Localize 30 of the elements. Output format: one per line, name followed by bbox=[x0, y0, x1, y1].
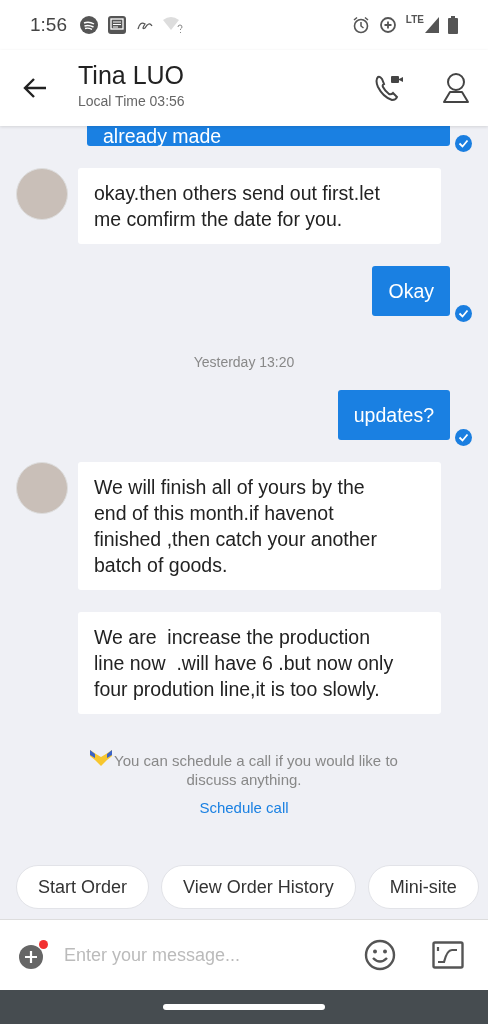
profile-button[interactable] bbox=[442, 72, 470, 104]
signal-icon bbox=[425, 17, 439, 33]
music-app-icon bbox=[80, 16, 98, 34]
emoji-button[interactable] bbox=[364, 939, 396, 971]
received-message-bubble: We will finish all of yours by the end of this month.if havenot finished ,then catch your another batch of goods. bbox=[78, 462, 441, 590]
handshake-icon bbox=[90, 750, 113, 768]
alarm-icon bbox=[351, 16, 370, 34]
network-type: LTE bbox=[405, 14, 424, 25]
message-icon bbox=[107, 15, 127, 35]
sent-message-bubble: Okay bbox=[372, 266, 450, 316]
wifi-icon bbox=[163, 17, 183, 33]
notice-text: You can schedule a call if you would like to discuss anything. bbox=[114, 752, 398, 788]
quick-action-chip[interactable]: View Order History bbox=[161, 865, 356, 909]
schedule-call-link[interactable]: Schedule call bbox=[199, 799, 289, 816]
sent-message-bubble: already made bbox=[87, 126, 450, 146]
quick-action-chip[interactable]: Mini-site bbox=[367, 865, 479, 909]
back-button[interactable] bbox=[22, 77, 48, 99]
battery-icon bbox=[448, 16, 458, 34]
received-message-bubble: We are increase the production line now .will have 6 .but now only four prodution line,it is too slowly. bbox=[78, 612, 441, 714]
sent-message-bubble: updates? bbox=[337, 390, 450, 440]
video-call-button[interactable] bbox=[374, 73, 406, 103]
received-message-bubble: okay.then others send out first.let me comfirm the date for you. bbox=[78, 168, 441, 244]
timestamp: Yesterday 13:20 bbox=[193, 354, 295, 370]
quick-action-chip[interactable]: Start Order bbox=[16, 865, 150, 909]
contact-name: Tina LUO bbox=[78, 61, 186, 90]
local-time: Local Time 03:56 bbox=[78, 93, 186, 109]
data-saver-icon bbox=[378, 16, 397, 34]
image-button[interactable] bbox=[432, 941, 464, 969]
add-button[interactable] bbox=[18, 940, 48, 970]
status-time: 1:56 bbox=[30, 14, 67, 36]
